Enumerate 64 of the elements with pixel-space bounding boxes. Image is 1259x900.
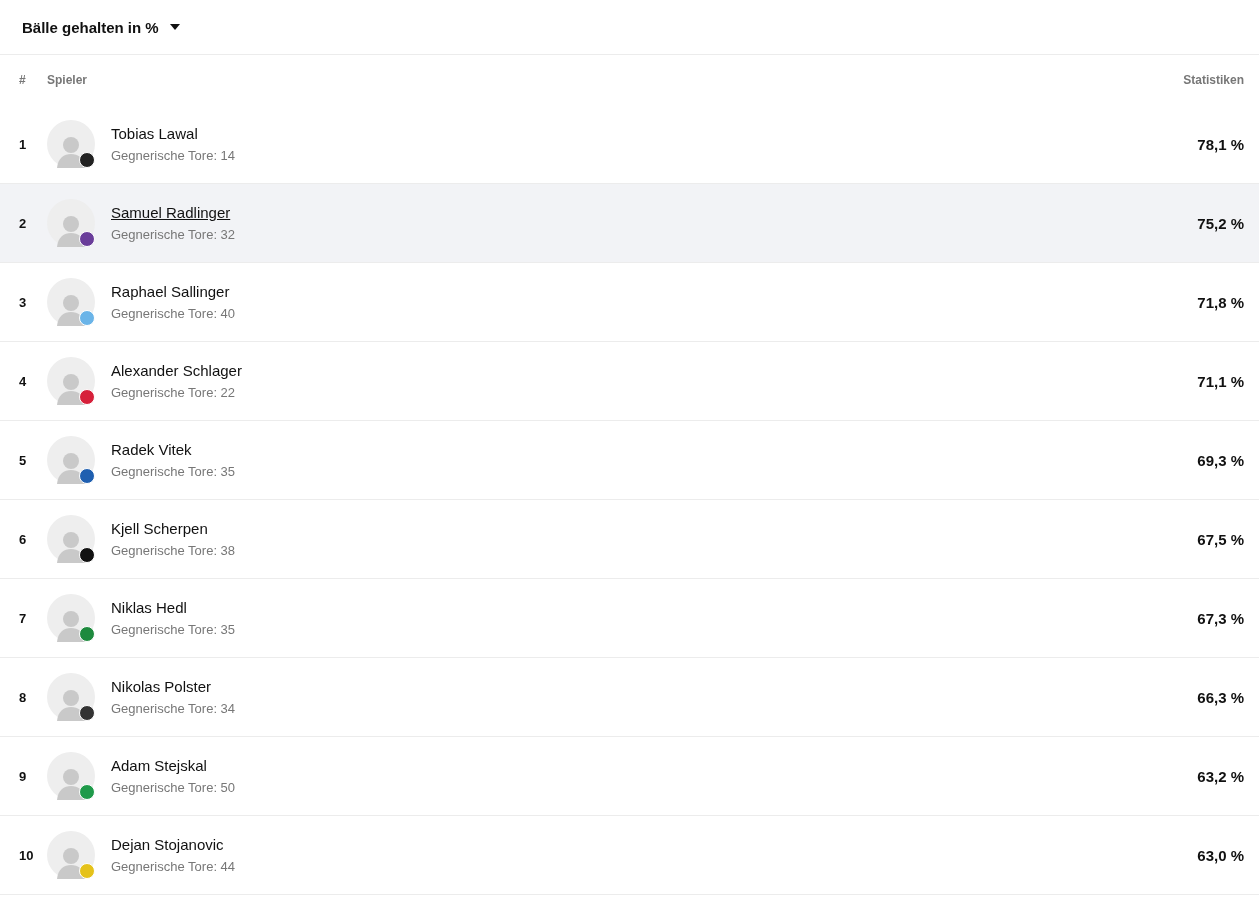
goals-against-text: Gegnerische Tore: 40 [111,306,236,321]
person-silhouette-icon [56,608,86,642]
player-row[interactable]: 4 Alexander Schlager Gegnerische Tore: 22 71,1 % [0,342,1259,421]
rank-number: 10 [19,847,35,863]
person-silhouette-icon [56,687,86,721]
person-silhouette-icon [56,371,86,405]
goals-against-text: Gegnerische Tore: 32 [111,227,236,242]
person-silhouette-icon [56,134,86,168]
caret-icon [169,24,180,30]
rank-number: 9 [19,768,28,784]
player-name-link[interactable]: Raphael Sallinger [111,283,230,300]
player-row[interactable]: 6 Kjell Scherpen Gegnerische Tore: 38 67,5 % [0,500,1259,579]
rank-number: 5 [19,452,28,468]
player-name-link[interactable]: Niklas Hedl [111,599,187,616]
player-name-link[interactable]: Alexander Schlager [111,362,242,379]
stat-value: 78,1 % [1197,135,1244,153]
column-header: Spieler [47,73,89,87]
stat-value: 63,2 % [1197,767,1244,785]
goals-against-text: Gegnerische Tore: 35 [111,622,236,637]
person-silhouette-icon [56,529,86,563]
goals-against-text: Gegnerische Tore: 35 [111,464,236,479]
stat-value: 66,3 % [1197,688,1244,706]
player-name-link[interactable]: Dejan Stojanovic [111,836,224,853]
player-name-link[interactable]: Adam Stejskal [111,757,207,774]
goals-against-text: Gegnerische Tore: 14 [111,148,236,163]
stat-dropdown[interactable]: Bälle gehalten in % [22,18,180,36]
rank-number: 6 [19,531,28,547]
person-silhouette-icon [56,845,86,879]
player-name-link[interactable]: Samuel Radlinger [111,204,231,221]
rank-number: 7 [19,610,28,626]
goals-against-text: Gegnerische Tore: 34 [111,701,236,716]
rank-number: 8 [19,689,28,705]
rank-number: 3 [19,294,28,310]
stat-value: 67,3 % [1197,609,1244,627]
player-row[interactable]: 8 Nikolas Polster Gegnerische Tore: 34 66,3 % [0,658,1259,737]
stat-value: 75,2 % [1197,214,1244,232]
person-silhouette-icon [56,766,86,800]
column-header: # [19,73,27,87]
player-row[interactable]: 3 Raphael Sallinger Gegnerische Tore: 40 71,8 % [0,263,1259,342]
player-row[interactable]: 9 Adam Stejskal Gegnerische Tore: 50 63,2 % [0,737,1259,816]
player-row[interactable]: 7 Niklas Hedl Gegnerische Tore: 35 67,3 % [0,579,1259,658]
goals-against-text: Gegnerische Tore: 38 [111,543,236,558]
person-silhouette-icon [56,450,86,484]
rank-number: 4 [19,373,28,389]
player-name-link[interactable]: Nikolas Polster [111,678,212,695]
person-silhouette-icon [56,292,86,326]
player-row[interactable]: 5 Radek Vitek Gegnerische Tore: 35 69,3 % [0,421,1259,500]
goals-against-text: Gegnerische Tore: 22 [111,385,237,400]
person-silhouette-icon [56,213,86,247]
player-row[interactable]: 2 Samuel Radlinger Gegnerische Tore: 32 75,2 % [0,184,1259,263]
rank-number: 1 [19,136,28,152]
player-row[interactable]: 10 Dejan Stojanovic Gegnerische Tore: 44 63,0 % [0,816,1259,895]
player-name-link[interactable]: Kjell Scherpen [111,520,208,537]
stat-value: 67,5 % [1197,530,1244,548]
stat-value: 71,1 % [1197,372,1244,390]
goals-against-text: Gegnerische Tore: 44 [111,859,236,874]
stat-value: 63,0 % [1197,846,1244,864]
stat-value: 69,3 % [1197,451,1244,469]
goals-against-text: Gegnerische Tore: 50 [111,780,236,795]
player-name-link[interactable]: Radek Vitek [111,441,192,458]
stat-value: 71,8 % [1197,293,1244,311]
player-name-link[interactable]: Tobias Lawal [111,125,198,142]
rank-number: 2 [19,215,28,231]
column-header: Statistiken [1183,73,1244,87]
